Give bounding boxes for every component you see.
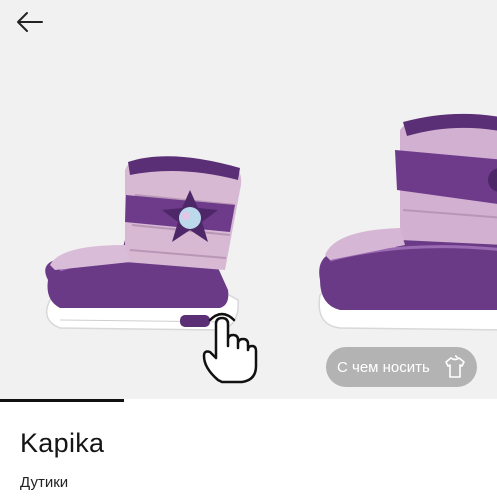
product-image-boot-next bbox=[318, 113, 497, 331]
back-button[interactable] bbox=[14, 8, 46, 36]
outfit-suggestions-button[interactable]: С чем носить bbox=[326, 347, 477, 387]
product-brand[interactable]: Kapika bbox=[20, 428, 104, 459]
tshirt-hanger-icon bbox=[445, 355, 465, 378]
outfit-button-label: С чем носить bbox=[337, 358, 430, 376]
arrow-left-icon bbox=[17, 12, 43, 32]
product-image-gallery[interactable]: С чем носить bbox=[0, 0, 497, 400]
gallery-progress-fill bbox=[0, 399, 125, 402]
swipe-hand-icon bbox=[202, 312, 258, 384]
gallery-progress-bar bbox=[0, 399, 497, 402]
product-category: Дутики bbox=[20, 474, 69, 491]
